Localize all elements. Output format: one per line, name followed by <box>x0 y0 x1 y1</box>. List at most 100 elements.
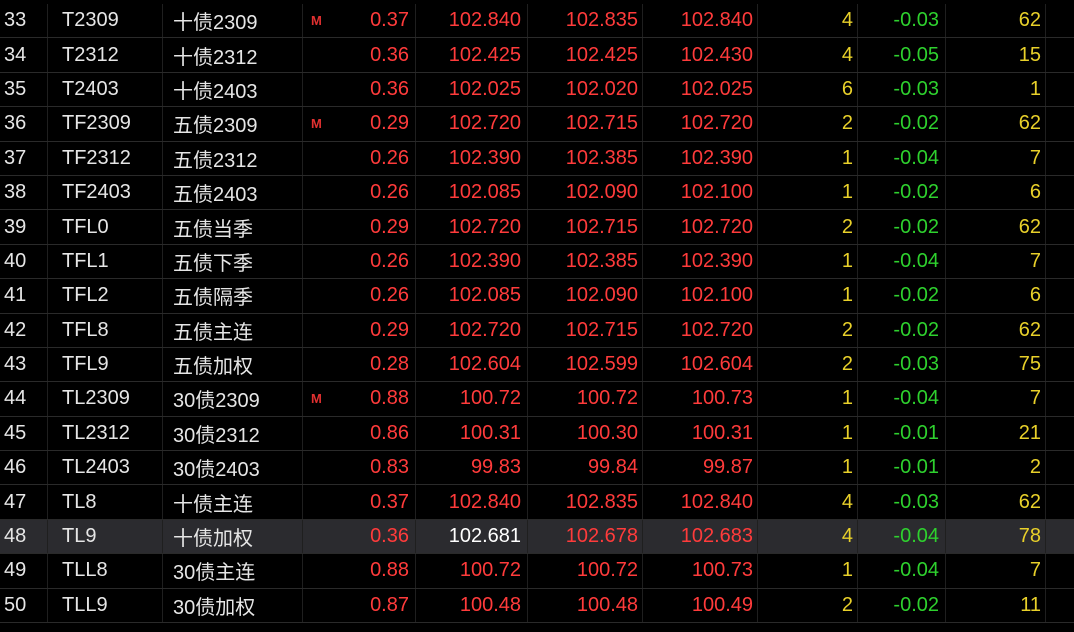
last-price: 102.390 <box>416 141 528 175</box>
row-index: 48 <box>0 519 48 554</box>
open-interest: 11 <box>946 588 1046 623</box>
main-contract-flag <box>303 245 333 278</box>
bid-price: 102.599 <box>528 347 643 382</box>
contract-name: 十债2309 <box>163 4 303 38</box>
change-percent: 0.36 <box>333 72 416 107</box>
main-contract-flag <box>303 417 333 450</box>
open-interest: 7 <box>946 244 1046 279</box>
current-volume: 1 <box>758 554 858 588</box>
table-row[interactable]: 42 TFL8 五债主连 0.29 102.720 102.715 102.72… <box>0 313 1074 348</box>
last-price: 100.72 <box>416 554 528 588</box>
bid-price: 102.385 <box>528 141 643 175</box>
contract-code: TFL2 <box>48 279 163 313</box>
row-index: 42 <box>0 313 48 347</box>
table-row[interactable]: 49 TLL8 30债主连 0.88 100.72 100.72 100.73 … <box>0 554 1074 589</box>
last-price: 102.840 <box>416 485 528 519</box>
change-percent: 0.37 <box>333 4 416 38</box>
contract-name: 十债2312 <box>163 38 303 72</box>
bid-price: 102.715 <box>528 313 643 347</box>
table-row[interactable]: 33 T2309 十债2309 M 0.37 102.840 102.835 1… <box>0 4 1074 39</box>
current-volume: 1 <box>758 244 858 279</box>
bid-price: 102.715 <box>528 210 643 244</box>
contract-code: TF2403 <box>48 175 163 210</box>
contract-code: T2312 <box>48 38 163 72</box>
row-filler <box>1046 176 1074 209</box>
row-index: 36 <box>0 107 48 141</box>
last-price: 102.085 <box>416 175 528 210</box>
ask-price: 102.683 <box>643 519 758 554</box>
quote-table: 33 T2309 十债2309 M 0.37 102.840 102.835 1… <box>0 4 1074 624</box>
table-row[interactable]: 38 TF2403 五债2403 0.26 102.085 102.090 10… <box>0 175 1074 211</box>
row-filler <box>1046 417 1074 450</box>
contract-name: 十债主连 <box>163 485 303 519</box>
bid-price: 102.835 <box>528 485 643 519</box>
current-volume: 4 <box>758 485 858 519</box>
contract-name: 五债当季 <box>163 210 303 244</box>
last-price: 100.31 <box>416 416 528 451</box>
table-row[interactable]: 36 TF2309 五债2309 M 0.29 102.720 102.715 … <box>0 107 1074 142</box>
current-volume: 2 <box>758 347 858 382</box>
row-index: 46 <box>0 451 48 485</box>
table-row[interactable]: 50 TLL9 30债加权 0.87 100.48 100.48 100.49 … <box>0 588 1074 624</box>
main-contract-flag <box>303 73 333 106</box>
row-index: 40 <box>0 244 48 279</box>
contract-code: T2403 <box>48 72 163 107</box>
contract-code: TFL9 <box>48 347 163 382</box>
table-row[interactable]: 39 TFL0 五债当季 0.29 102.720 102.715 102.72… <box>0 210 1074 245</box>
table-row[interactable]: 46 TL2403 30债2403 0.83 99.83 99.84 99.87… <box>0 451 1074 486</box>
row-filler <box>1046 451 1074 484</box>
contract-code: TF2312 <box>48 141 163 175</box>
ask-price: 102.430 <box>643 38 758 72</box>
table-row[interactable]: 37 TF2312 五债2312 0.26 102.390 102.385 10… <box>0 141 1074 176</box>
table-row[interactable]: 48 TL9 十债加权 0.36 102.681 102.678 102.683… <box>0 519 1074 555</box>
bid-price: 102.835 <box>528 4 643 38</box>
table-row[interactable]: 47 TL8 十债主连 0.37 102.840 102.835 102.840… <box>0 485 1074 520</box>
contract-name: 五债加权 <box>163 347 303 382</box>
change-percent: 0.83 <box>333 451 416 485</box>
main-contract-flag <box>303 485 333 518</box>
open-interest: 62 <box>946 4 1046 38</box>
ask-price: 102.720 <box>643 313 758 347</box>
current-volume: 4 <box>758 38 858 72</box>
change-percent: 0.87 <box>333 588 416 623</box>
row-index: 39 <box>0 210 48 244</box>
contract-code: TL9 <box>48 519 163 554</box>
table-row[interactable]: 44 TL2309 30债2309 M 0.88 100.72 100.72 1… <box>0 382 1074 417</box>
price-change: -0.03 <box>858 4 946 38</box>
contract-name: 十债加权 <box>163 519 303 554</box>
row-index: 34 <box>0 38 48 72</box>
table-row[interactable]: 35 T2403 十债2403 0.36 102.025 102.020 102… <box>0 72 1074 108</box>
open-interest: 21 <box>946 416 1046 451</box>
row-filler <box>1046 4 1074 37</box>
open-interest: 62 <box>946 485 1046 519</box>
last-price: 100.72 <box>416 382 528 416</box>
table-row[interactable]: 34 T2312 十债2312 0.36 102.425 102.425 102… <box>0 38 1074 73</box>
contract-code: T2309 <box>48 4 163 38</box>
table-row[interactable]: 41 TFL2 五债隔季 0.26 102.085 102.090 102.10… <box>0 279 1074 314</box>
ask-price: 100.73 <box>643 554 758 588</box>
bid-price: 100.72 <box>528 554 643 588</box>
price-change: -0.02 <box>858 313 946 347</box>
current-volume: 1 <box>758 451 858 485</box>
table-row[interactable]: 43 TFL9 五债加权 0.28 102.604 102.599 102.60… <box>0 347 1074 383</box>
table-row[interactable]: 45 TL2312 30债2312 0.86 100.31 100.30 100… <box>0 416 1074 452</box>
open-interest: 6 <box>946 279 1046 313</box>
row-index: 49 <box>0 554 48 588</box>
contract-code: TL2403 <box>48 451 163 485</box>
contract-name: 五债下季 <box>163 244 303 279</box>
current-volume: 1 <box>758 141 858 175</box>
table-row[interactable]: 40 TFL1 五债下季 0.26 102.390 102.385 102.39… <box>0 244 1074 280</box>
contract-name: 30债2309 <box>163 382 303 416</box>
main-contract-flag <box>303 314 333 347</box>
bid-price: 100.48 <box>528 588 643 623</box>
row-index: 37 <box>0 141 48 175</box>
row-index: 41 <box>0 279 48 313</box>
row-filler <box>1046 382 1074 415</box>
open-interest: 62 <box>946 313 1046 347</box>
contract-code: TLL9 <box>48 588 163 623</box>
ask-price: 100.49 <box>643 588 758 623</box>
main-contract-flag <box>303 142 333 175</box>
main-contract-flag <box>303 554 333 587</box>
open-interest: 2 <box>946 451 1046 485</box>
contract-code: TL2309 <box>48 382 163 416</box>
